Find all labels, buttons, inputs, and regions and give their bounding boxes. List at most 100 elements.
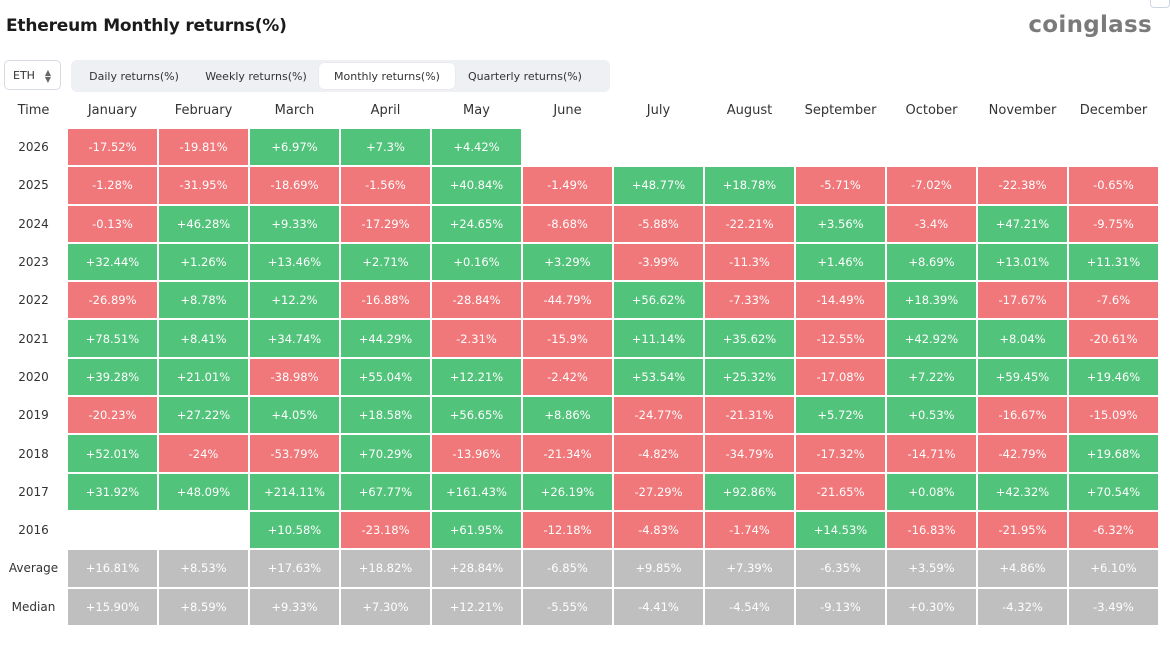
return-cell: -18.69% xyxy=(250,167,339,204)
summary-cell: +17.63% xyxy=(250,550,339,587)
summary-cell: +28.84% xyxy=(432,550,521,587)
summary-cell: -4.32% xyxy=(978,588,1067,625)
empty-cell xyxy=(978,129,1067,165)
coinglass-logo: coinglass xyxy=(1028,12,1152,38)
tab-weekly-returns[interactable]: Weekly returns(%) xyxy=(193,63,319,89)
tab-label: Daily returns(%) xyxy=(89,69,179,83)
column-header-november: November xyxy=(988,103,1057,118)
column-header-june: June xyxy=(553,103,582,118)
tab-quarterly-returns[interactable]: Quarterly returns(%) xyxy=(455,63,595,89)
return-cell: +8.04% xyxy=(978,320,1067,357)
return-cell: +2.71% xyxy=(341,243,430,281)
monthly-returns-table: Time January February March April May June July… xyxy=(0,93,1159,626)
return-cell: +25.32% xyxy=(705,358,794,396)
return-cell: -1.74% xyxy=(705,511,794,549)
summary-cell: -6.35% xyxy=(796,550,885,587)
return-cell: -1.56% xyxy=(341,167,430,204)
returns-period-tabs: Daily returns(%) Weekly returns(%) Month… xyxy=(71,60,610,92)
return-cell: -4.82% xyxy=(614,435,703,472)
return-cell: +214.11% xyxy=(250,473,339,510)
return-cell: -7.02% xyxy=(887,167,976,204)
return-cell: +46.28% xyxy=(159,205,248,242)
return-cell: -20.23% xyxy=(68,397,157,434)
summary-cell: +3.59% xyxy=(887,550,976,587)
return-cell: +8.41% xyxy=(159,320,248,357)
return-cell: +3.56% xyxy=(796,205,885,242)
return-cell: +31.92% xyxy=(68,473,157,510)
summary-cell: +0.30% xyxy=(887,588,976,625)
return-cell: -34.79% xyxy=(705,435,794,472)
column-header-time: Time xyxy=(17,103,50,118)
return-cell: +7.3% xyxy=(341,129,430,166)
return-cell: +10.58% xyxy=(250,511,339,549)
return-cell: +18.78% xyxy=(705,167,794,204)
summary-cell: +16.81% xyxy=(68,550,157,587)
return-cell: -28.84% xyxy=(432,282,521,319)
return-cell: +0.53% xyxy=(887,397,976,434)
return-cell: +21.01% xyxy=(159,358,248,396)
return-cell: -4.83% xyxy=(614,511,703,549)
return-cell: -16.83% xyxy=(887,511,976,549)
return-cell: -24.77% xyxy=(614,397,703,434)
return-cell: -3.99% xyxy=(614,243,703,281)
return-cell: +61.95% xyxy=(432,511,521,549)
return-cell: +18.58% xyxy=(341,397,430,434)
summary-cell: +4.86% xyxy=(978,550,1067,587)
return-cell: -0.13% xyxy=(68,205,157,242)
return-cell: +42.32% xyxy=(978,473,1067,510)
return-cell: +59.45% xyxy=(978,358,1067,396)
row-label-2017: 2017 xyxy=(18,484,49,499)
return-cell: -42.79% xyxy=(978,435,1067,472)
return-cell: -21.65% xyxy=(796,473,885,510)
return-cell: +8.86% xyxy=(523,397,612,434)
summary-cell: +12.21% xyxy=(432,588,521,625)
empty-cell xyxy=(1069,129,1158,165)
empty-cell xyxy=(68,512,157,548)
return-cell: -14.71% xyxy=(887,435,976,472)
column-header-january: January xyxy=(87,103,138,118)
tab-monthly-returns[interactable]: Monthly returns(%) xyxy=(319,63,455,89)
return-cell: +14.53% xyxy=(796,511,885,549)
return-cell: -9.75% xyxy=(1069,205,1158,242)
return-cell: +56.65% xyxy=(432,397,521,434)
return-cell: -8.68% xyxy=(523,205,612,242)
return-cell: -17.67% xyxy=(978,282,1067,319)
return-cell: -21.95% xyxy=(978,511,1067,549)
return-cell: +11.14% xyxy=(614,320,703,357)
row-label-2020: 2020 xyxy=(18,369,49,384)
tab-label: Monthly returns(%) xyxy=(334,69,440,83)
return-cell: +78.51% xyxy=(68,320,157,357)
column-header-october: October xyxy=(905,103,958,118)
summary-cell: +15.90% xyxy=(68,588,157,625)
return-cell: +161.43% xyxy=(432,473,521,510)
return-cell: +18.39% xyxy=(887,282,976,319)
return-cell: -27.29% xyxy=(614,473,703,510)
return-cell: +70.29% xyxy=(341,435,430,472)
return-cell: -11.3% xyxy=(705,243,794,281)
return-cell: -1.28% xyxy=(68,167,157,204)
asset-select[interactable]: ETH ▲ ▼ xyxy=(4,60,61,90)
tab-label: Weekly returns(%) xyxy=(205,69,307,83)
summary-cell: +8.53% xyxy=(159,550,248,587)
return-cell: +11.31% xyxy=(1069,243,1158,281)
return-cell: +1.46% xyxy=(796,243,885,281)
row-label-2023: 2023 xyxy=(18,255,49,270)
column-header-april: April xyxy=(370,103,401,118)
return-cell: +52.01% xyxy=(68,435,157,472)
return-cell: +4.42% xyxy=(432,129,521,166)
return-cell: +3.29% xyxy=(523,243,612,281)
row-label-average: Average xyxy=(8,561,59,576)
tab-label: Quarterly returns(%) xyxy=(468,69,582,83)
return-cell: -17.52% xyxy=(68,129,157,166)
corner-tab[interactable] xyxy=(1150,0,1170,8)
return-cell: +0.08% xyxy=(887,473,976,510)
return-cell: -0.65% xyxy=(1069,167,1158,204)
return-cell: +8.78% xyxy=(159,282,248,319)
return-cell: -15.9% xyxy=(523,320,612,357)
return-cell: +40.84% xyxy=(432,167,521,204)
summary-cell: -9.13% xyxy=(796,588,885,625)
tab-daily-returns[interactable]: Daily returns(%) xyxy=(75,63,193,89)
column-header-september: September xyxy=(804,103,877,118)
return-cell: +19.68% xyxy=(1069,435,1158,472)
return-cell: -2.31% xyxy=(432,320,521,357)
